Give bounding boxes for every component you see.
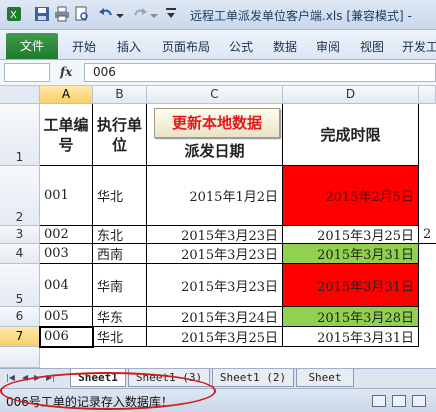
formula-bar: fx 006 bbox=[0, 60, 436, 86]
tab-file[interactable]: 文件 bbox=[6, 33, 58, 59]
row-header-3[interactable]: 3 bbox=[0, 226, 40, 244]
cell-b4[interactable]: 西南 bbox=[93, 244, 147, 264]
ribbon-tab-bar: 文件 开始 插入 页面布局 公式 数据 审阅 视图 开发工 bbox=[0, 30, 436, 60]
undo-icon[interactable] bbox=[98, 6, 114, 22]
cell-d3[interactable]: 2015年3月25日 bbox=[283, 226, 419, 244]
tab-view[interactable]: 视图 bbox=[360, 38, 384, 55]
sheet-tab-sheet1-3[interactable]: Sheet1 (3) bbox=[128, 369, 210, 387]
cell-d5[interactable]: 2015年3月31日 bbox=[283, 264, 419, 307]
row-header-2[interactable]: 2 bbox=[0, 166, 40, 226]
spreadsheet-grid: A B C D 1 2 3 4 5 6 7 工单编号 执行单位 派发日期 完成时… bbox=[0, 86, 436, 368]
cell-c7[interactable]: 2015年3月25日 bbox=[147, 327, 283, 347]
cell-b3[interactable]: 东北 bbox=[93, 226, 147, 244]
column-header-a[interactable]: A bbox=[40, 86, 93, 104]
cell-a2[interactable]: 001 bbox=[40, 166, 93, 226]
status-bar: 006号工单的记录存入数据库！ bbox=[0, 388, 436, 412]
cell-d2[interactable]: 2015年2月5日 bbox=[283, 166, 419, 226]
row-header-7[interactable]: 7 bbox=[0, 327, 40, 347]
cell-d7[interactable]: 2015年3月31日 bbox=[283, 327, 419, 347]
column-header-e[interactable] bbox=[419, 86, 436, 104]
cell-b7[interactable]: 华北 bbox=[93, 327, 147, 347]
row-header-5[interactable]: 5 bbox=[0, 264, 40, 307]
redo-icon[interactable] bbox=[132, 6, 148, 22]
prev-sheet-icon[interactable]: ◀ bbox=[22, 373, 28, 382]
cell-c3[interactable]: 2015年3月23日 bbox=[147, 226, 283, 244]
name-box[interactable] bbox=[4, 63, 50, 82]
cell-d6[interactable]: 2015年3月28日 bbox=[283, 307, 419, 327]
insert-function-icon[interactable]: fx bbox=[60, 65, 72, 79]
column-header-b[interactable]: B bbox=[93, 86, 147, 104]
row-header-4[interactable]: 4 bbox=[0, 244, 40, 264]
formula-input[interactable]: 006 bbox=[84, 63, 436, 82]
update-local-data-button[interactable]: 更新本地数据 bbox=[154, 108, 280, 138]
cell-a5[interactable]: 004 bbox=[40, 264, 93, 307]
page-break-view-icon[interactable] bbox=[412, 395, 426, 407]
save-icon[interactable] bbox=[34, 6, 50, 22]
window-title: 远程工单派发单位客户端.xls [兼容模式] - bbox=[190, 9, 412, 23]
title-bar: X 远程工单派发单位客户端.xls [兼容模式] - bbox=[0, 0, 436, 30]
cell-c4[interactable]: 2015年3月23日 bbox=[147, 244, 283, 264]
customize-toolbar-icon[interactable] bbox=[166, 8, 176, 20]
first-sheet-icon[interactable]: |◀ bbox=[6, 373, 15, 382]
header-cell-order-no[interactable]: 工单编号 bbox=[40, 104, 93, 166]
select-all-corner[interactable] bbox=[0, 86, 40, 104]
row-header-1[interactable]: 1 bbox=[0, 104, 40, 166]
cell-a4[interactable]: 003 bbox=[40, 244, 93, 264]
tab-review[interactable]: 审阅 bbox=[316, 38, 340, 55]
last-sheet-icon[interactable]: ▶| bbox=[46, 373, 55, 382]
print-preview-icon[interactable] bbox=[74, 6, 90, 22]
cell-a6[interactable]: 005 bbox=[40, 307, 93, 327]
tab-insert[interactable]: 插入 bbox=[117, 38, 141, 55]
status-message: 006号工单的记录存入数据库！ bbox=[6, 395, 173, 409]
cell-c2[interactable]: 2015年1月2日 bbox=[147, 166, 283, 226]
tab-data[interactable]: 数据 bbox=[273, 38, 297, 55]
cell-d4[interactable]: 2015年3月31日 bbox=[283, 244, 419, 264]
sheet-tab-sheet1[interactable]: Sheet1 bbox=[70, 369, 126, 387]
header-cell-deadline[interactable]: 完成时限 bbox=[283, 104, 419, 166]
header-cell-unit[interactable]: 执行单位 bbox=[93, 104, 147, 166]
cell-b5[interactable]: 华南 bbox=[93, 264, 147, 307]
page-layout-view-icon[interactable] bbox=[392, 395, 406, 407]
cell-b2[interactable]: 华北 bbox=[93, 166, 147, 226]
undo-dropdown-icon[interactable] bbox=[116, 10, 124, 18]
column-header-d[interactable]: D bbox=[283, 86, 419, 104]
tab-developer[interactable]: 开发工 bbox=[402, 38, 436, 55]
cell-a3[interactable]: 002 bbox=[40, 226, 93, 244]
tab-formulas[interactable]: 公式 bbox=[229, 38, 253, 55]
normal-view-icon[interactable] bbox=[372, 395, 386, 407]
sheet-tab-sheet1-2[interactable]: Sheet1 (2) bbox=[212, 369, 294, 387]
tab-page-layout[interactable]: 页面布局 bbox=[162, 38, 210, 55]
redo-dropdown-icon[interactable] bbox=[150, 10, 158, 18]
print-icon[interactable] bbox=[54, 6, 70, 22]
excel-logo-icon: X bbox=[6, 6, 22, 22]
cell-a7[interactable]: 006 bbox=[40, 327, 93, 347]
sheet-tab-sheet[interactable]: Sheet bbox=[296, 369, 354, 387]
cell-c5[interactable]: 2015年3月23日 bbox=[147, 264, 283, 307]
cell-e3[interactable]: 2 bbox=[419, 226, 436, 244]
sheet-tab-bar: |◀ ◀ ▶ ▶| Sheet1 Sheet1 (3) Sheet1 (2) S… bbox=[0, 368, 436, 388]
svg-text:X: X bbox=[10, 10, 17, 21]
cell-c6[interactable]: 2015年3月24日 bbox=[147, 307, 283, 327]
row-header-6[interactable]: 6 bbox=[0, 307, 40, 327]
column-header-c[interactable]: C bbox=[147, 86, 283, 104]
tab-home[interactable]: 开始 bbox=[72, 38, 96, 55]
row-header-8[interactable] bbox=[0, 347, 40, 368]
next-sheet-icon[interactable]: ▶ bbox=[34, 373, 40, 382]
cell-b6[interactable]: 华东 bbox=[93, 307, 147, 327]
